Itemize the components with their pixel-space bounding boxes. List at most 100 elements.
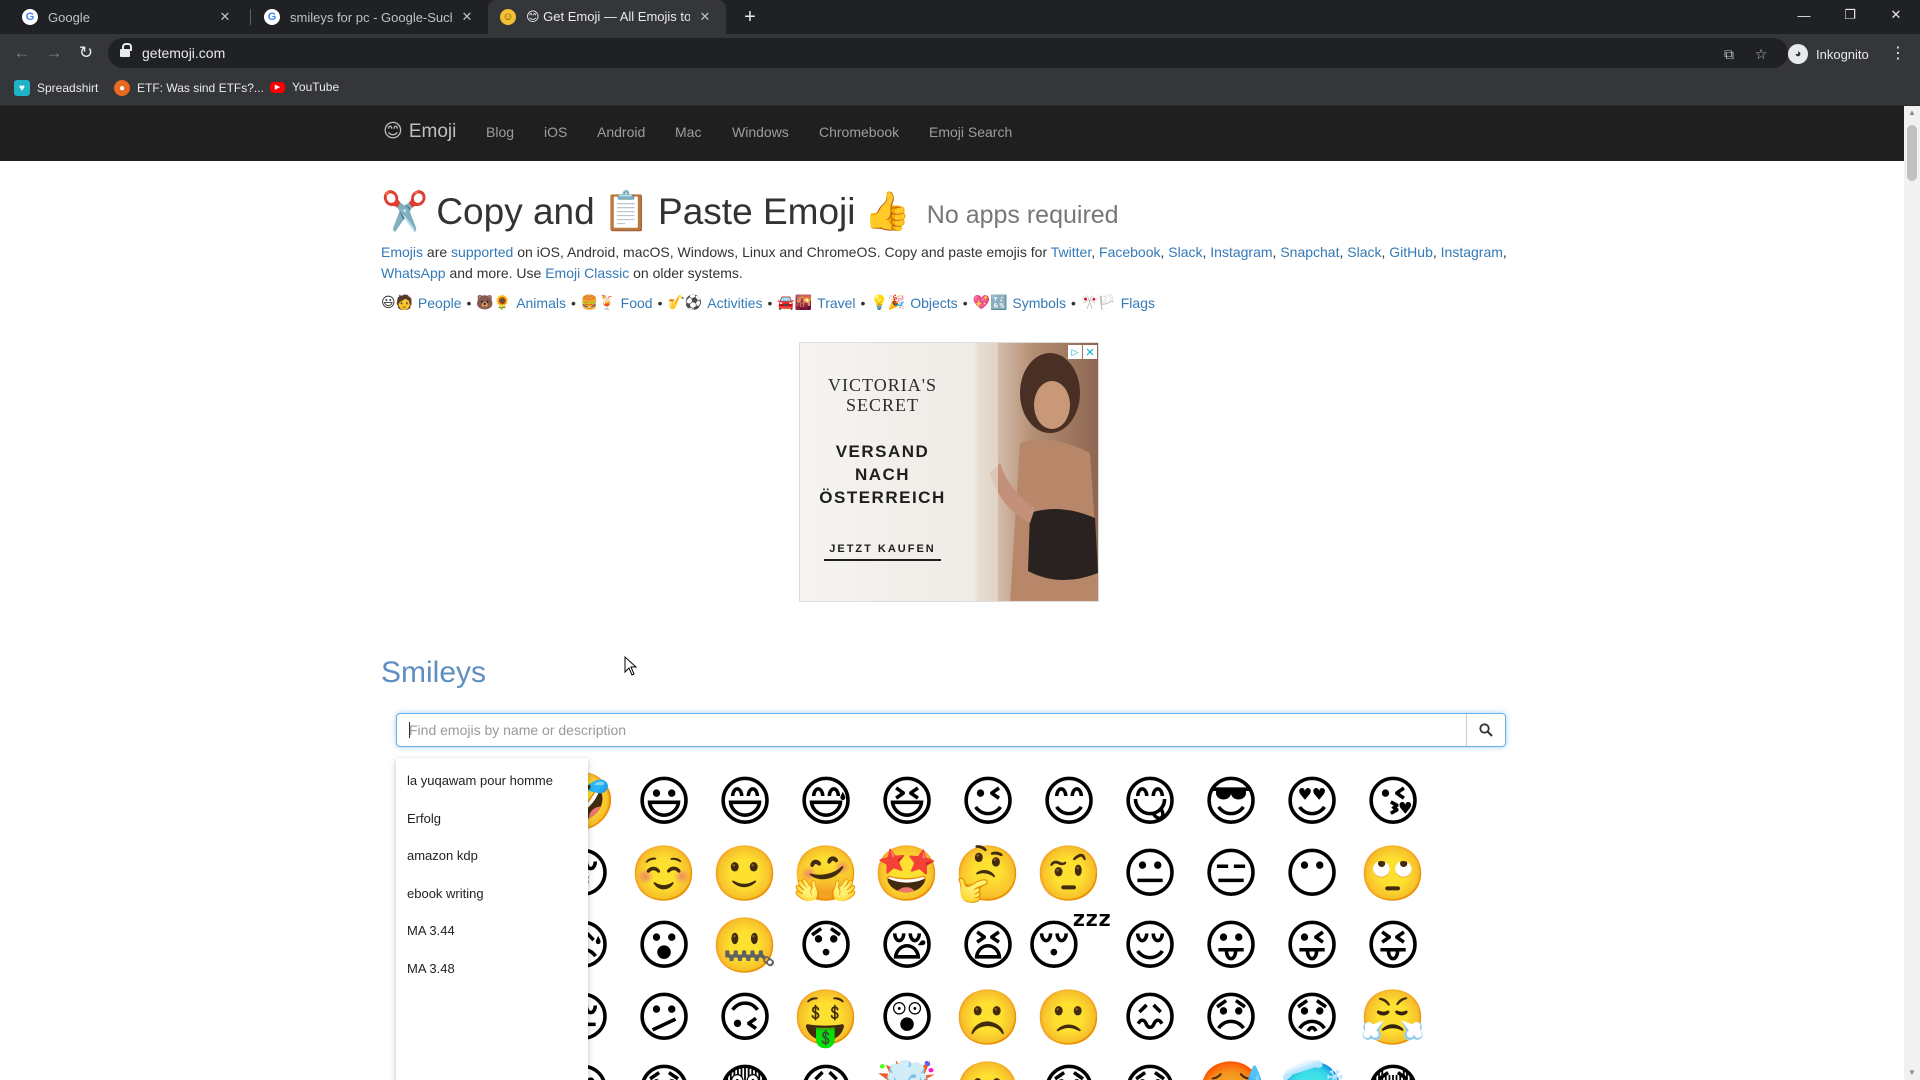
category-travel[interactable]: Travel <box>817 295 855 311</box>
link-facebook[interactable]: Facebook <box>1099 244 1160 260</box>
emoji-cell[interactable]: 😞 <box>1191 982 1271 1054</box>
link-instagram-2[interactable]: Instagram <box>1441 244 1503 260</box>
minimize-icon[interactable]: — <box>1782 0 1826 30</box>
nav-chromebook[interactable]: Chromebook <box>819 124 899 140</box>
emoji-cell[interactable]: 😅 <box>786 766 866 838</box>
link-slack[interactable]: Slack <box>1168 244 1202 260</box>
emoji-cell[interactable]: 😶 <box>1272 838 1352 910</box>
emoji-cell[interactable]: 😎 <box>1191 766 1271 838</box>
autocomplete-item[interactable]: amazon kdp <box>396 837 588 875</box>
autocomplete-item[interactable]: MA 3.44 <box>396 912 588 950</box>
emoji-cell[interactable]: 🙂 <box>705 838 785 910</box>
autocomplete-item[interactable]: ebook writing <box>396 875 588 913</box>
link-emoji-classic[interactable]: Emoji Classic <box>545 265 629 281</box>
emoji-cell[interactable]: 😫 <box>948 910 1028 982</box>
emoji-cell[interactable]: 😪 <box>867 910 947 982</box>
emoji-cell[interactable]: 🤗 <box>786 838 866 910</box>
category-activities[interactable]: Activities <box>707 295 762 311</box>
emoji-cell[interactable]: 😃 <box>624 766 704 838</box>
link-github[interactable]: GitHub <box>1389 244 1433 260</box>
lock-icon[interactable] <box>120 43 132 58</box>
ad-cta[interactable]: JETZT KAUFEN <box>800 543 965 555</box>
emoji-cell[interactable]: ☹️ <box>948 982 1028 1054</box>
nav-mac[interactable]: Mac <box>675 124 701 140</box>
emoji-search-box[interactable] <box>396 713 1506 747</box>
window-close-icon[interactable]: ✕ <box>1874 0 1918 30</box>
new-tab-plus-icon[interactable]: + <box>738 5 762 29</box>
category-flags[interactable]: Flags <box>1121 295 1155 311</box>
ad-banner[interactable]: VICTORIA'S SECRET VERSAND NACH ÖSTERREIC… <box>799 342 1099 602</box>
emoji-cell[interactable]: 🙁 <box>1029 982 1109 1054</box>
scroll-up-arrow-icon[interactable]: ▲ <box>1907 108 1917 118</box>
search-button[interactable] <box>1467 714 1505 746</box>
reload-icon[interactable]: ↻ <box>74 41 98 65</box>
nav-ios[interactable]: iOS <box>544 124 567 140</box>
link-emojis[interactable]: Emojis <box>381 244 423 260</box>
emoji-cell[interactable]: 😯 <box>786 910 866 982</box>
tab-getemoji[interactable]: ☺ 😊 Get Emoji — All Emojis to ✂️ ✕ <box>488 0 726 34</box>
category-food[interactable]: Food <box>621 295 653 311</box>
emoji-cell[interactable]: 😳 <box>1353 1054 1433 1080</box>
category-people[interactable]: People <box>418 295 462 311</box>
emoji-cell[interactable]: 😊 <box>1029 766 1109 838</box>
emoji-cell[interactable]: 😖 <box>1110 982 1190 1054</box>
autocomplete-item[interactable]: MA 3.48 <box>396 950 588 988</box>
emoji-cell[interactable]: 😝 <box>1353 910 1433 982</box>
site-brand[interactable]: 😊 Emoji <box>383 120 456 143</box>
emoji-cell[interactable]: 😐 <box>1110 838 1190 910</box>
emoji-cell[interactable]: 🤔 <box>948 838 1028 910</box>
emoji-cell[interactable]: 😮 <box>624 910 704 982</box>
emoji-cell[interactable]: 😌 <box>1110 910 1190 982</box>
translate-icon[interactable]: ⧉ <box>1720 45 1738 63</box>
bookmark-youtube[interactable]: ▶ YouTube <box>270 80 339 94</box>
emoji-cell[interactable]: 😛 <box>1191 910 1271 982</box>
nav-blog[interactable]: Blog <box>486 124 514 140</box>
link-twitter[interactable]: Twitter <box>1051 244 1091 260</box>
link-snapchat[interactable]: Snapchat <box>1280 244 1339 260</box>
bookmark-spreadshirt[interactable]: ♥ Spreadshirt <box>14 80 98 96</box>
category-symbols[interactable]: Symbols <box>1012 295 1066 311</box>
ad-info-icon[interactable]: ▷ <box>1068 345 1082 359</box>
nav-emoji-search[interactable]: Emoji Search <box>929 124 1012 140</box>
restore-icon[interactable]: ❐ <box>1828 0 1872 30</box>
close-icon[interactable]: ✕ <box>696 8 714 26</box>
close-icon[interactable]: ✕ <box>458 8 476 26</box>
emoji-cell[interactable]: 😱 <box>1110 1054 1190 1080</box>
emoji-cell[interactable]: 😴 <box>1026 910 1113 982</box>
address-bar[interactable]: getemoji.com ⧉ ☆ <box>108 38 1788 68</box>
link-slack-2[interactable]: Slack <box>1347 244 1381 260</box>
close-icon[interactable]: ✕ <box>216 8 234 26</box>
emoji-cell[interactable]: 🤑 <box>786 982 866 1054</box>
emoji-cell[interactable]: ☺️ <box>624 838 704 910</box>
category-animals[interactable]: Animals <box>516 295 566 311</box>
emoji-cell[interactable]: 😋 <box>1110 766 1190 838</box>
tab-google-search[interactable]: G smileys for pc - Google-Suche ✕ <box>252 0 488 34</box>
emoji-cell[interactable]: 😲 <box>867 982 947 1054</box>
link-supported[interactable]: supported <box>451 244 513 260</box>
emoji-cell[interactable]: 🙃 <box>705 982 785 1054</box>
back-arrow-icon[interactable]: ← <box>10 41 34 65</box>
emoji-cell[interactable]: 😟 <box>1272 982 1352 1054</box>
forward-arrow-icon[interactable]: → <box>42 41 66 65</box>
emoji-cell[interactable]: 😉 <box>948 766 1028 838</box>
emoji-cell[interactable]: 😆 <box>867 766 947 838</box>
link-instagram[interactable]: Instagram <box>1210 244 1272 260</box>
emoji-cell[interactable]: 😧 <box>624 1054 704 1080</box>
emoji-cell[interactable]: 😕 <box>624 982 704 1054</box>
emoji-cell[interactable]: 😍 <box>1272 766 1352 838</box>
emoji-cell[interactable]: 🥶 <box>1272 1054 1352 1080</box>
emoji-cell[interactable]: 🥵 <box>1191 1054 1271 1080</box>
emoji-cell[interactable]: 😬 <box>948 1054 1028 1080</box>
category-objects[interactable]: Objects <box>910 295 957 311</box>
emoji-cell[interactable]: 🤐 <box>705 910 785 982</box>
emoji-cell[interactable]: 🙄 <box>1353 838 1433 910</box>
emoji-cell[interactable]: 😩 <box>786 1054 866 1080</box>
autocomplete-item[interactable]: la yuqawam pour homme <box>396 762 588 800</box>
emoji-cell[interactable]: 🤩 <box>867 838 947 910</box>
tab-google[interactable]: G Google ✕ <box>10 0 246 34</box>
page-scrollbar[interactable] <box>1904 106 1920 1080</box>
incognito-profile[interactable]: ◕ Inkognito <box>1788 42 1869 66</box>
emoji-cell[interactable]: 😘 <box>1353 766 1433 838</box>
emoji-cell[interactable]: 😑 <box>1191 838 1271 910</box>
scrollbar-thumb[interactable] <box>1907 125 1917 181</box>
